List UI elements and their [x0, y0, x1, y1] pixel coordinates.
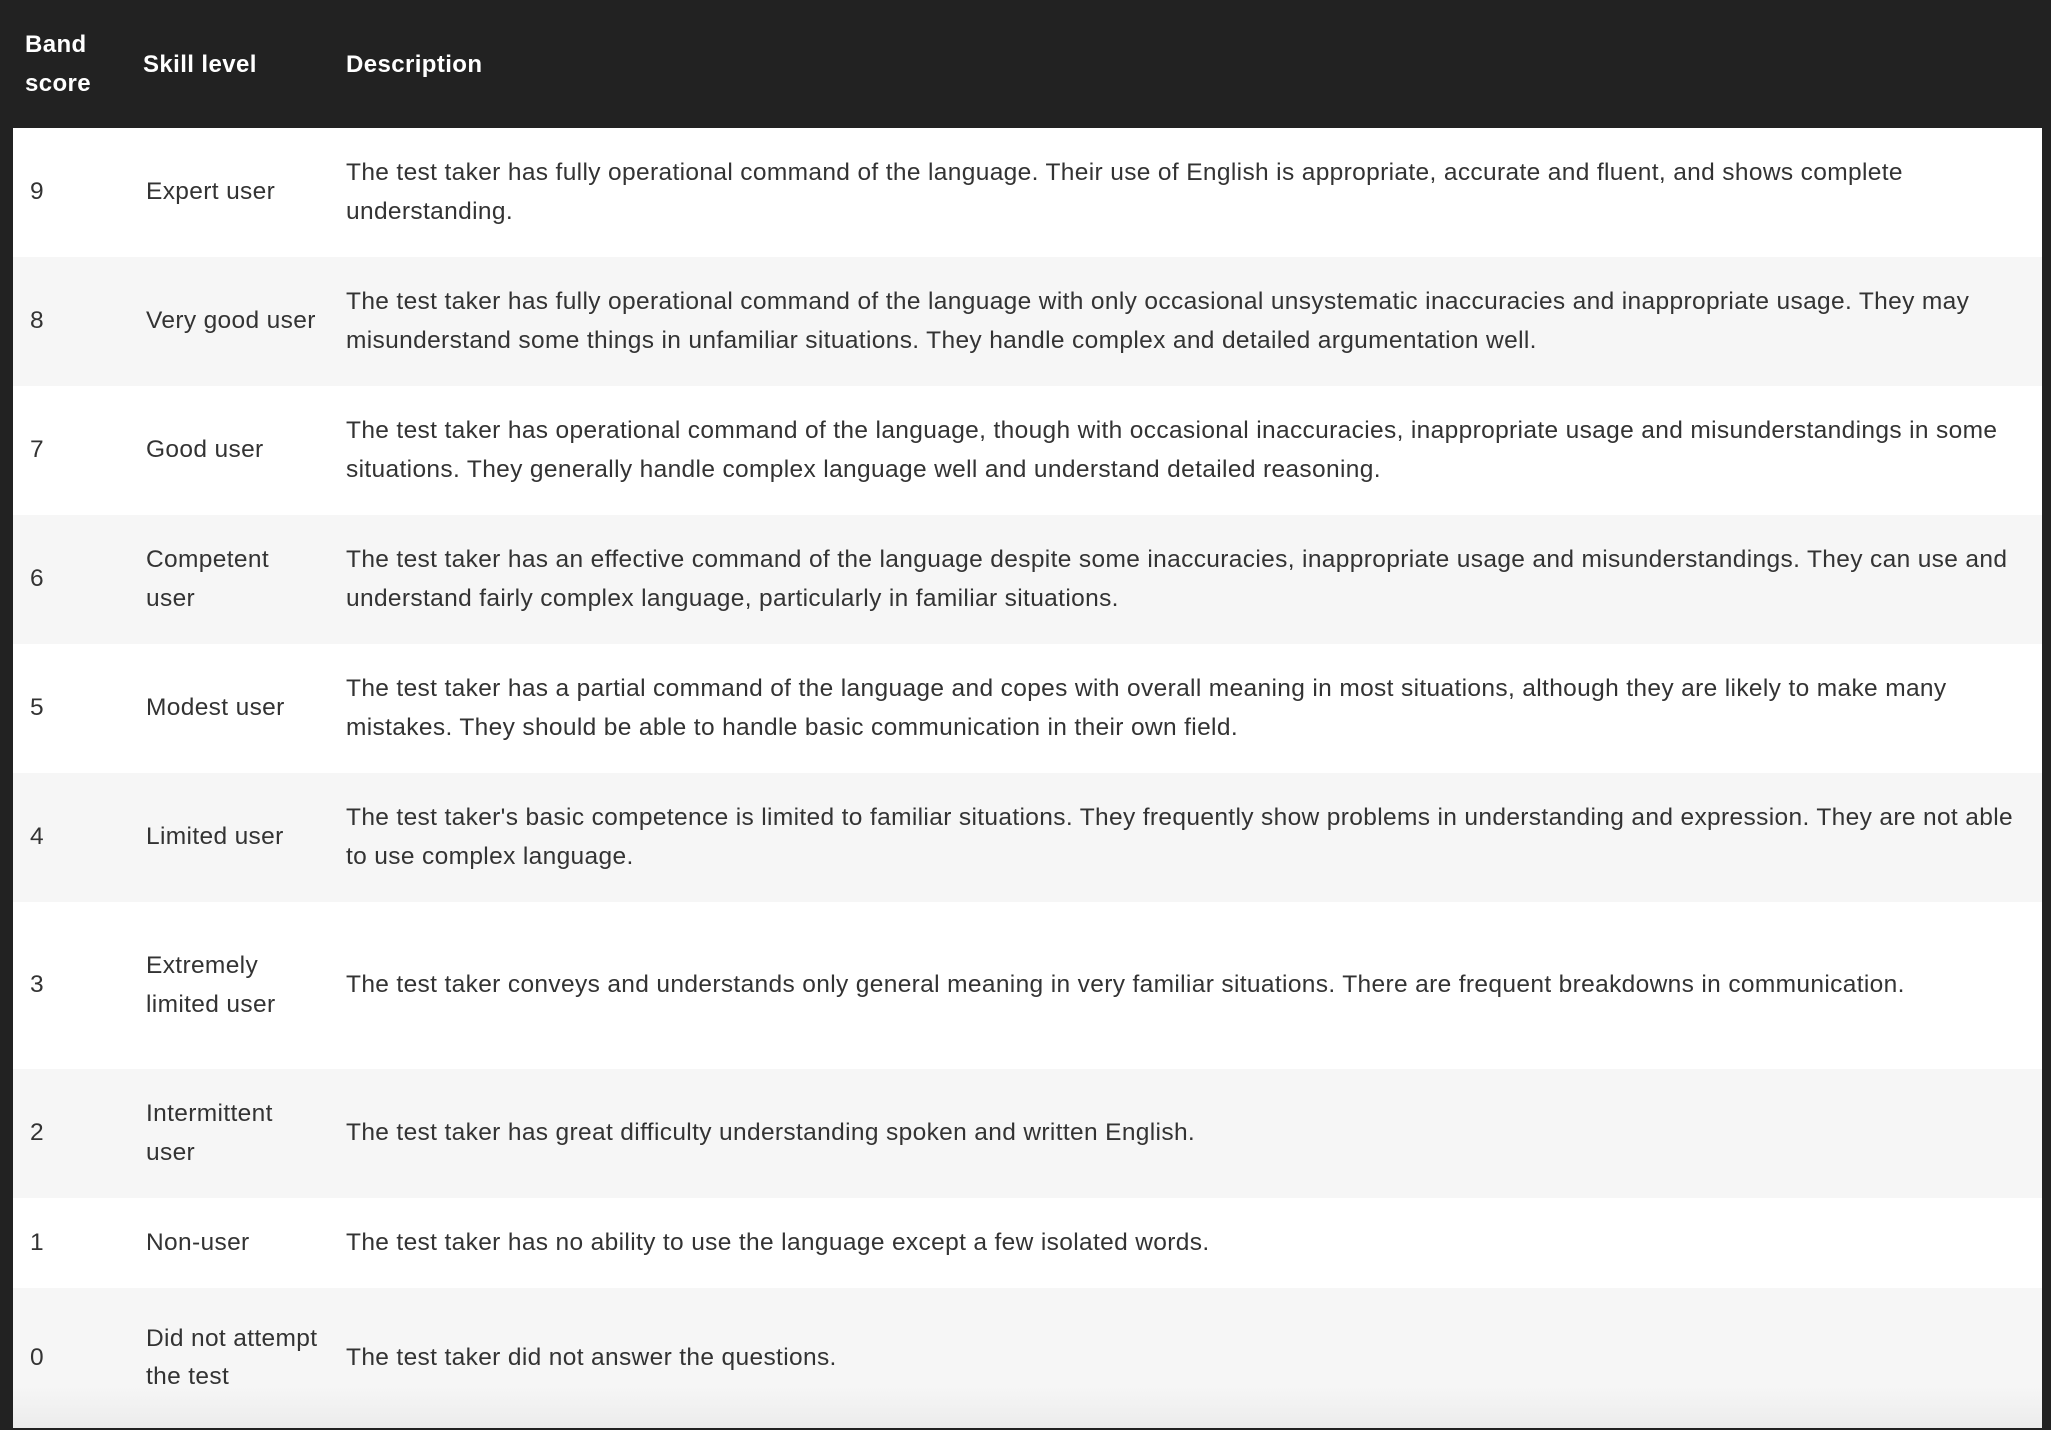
skill-cell: Non-user: [146, 1228, 250, 1256]
band-cell: 5: [30, 694, 44, 722]
skill-cell: Very good user: [146, 307, 316, 335]
band-cell: 2: [30, 1119, 44, 1147]
band-cell: 8: [30, 307, 44, 335]
header-description: Description: [330, 0, 2042, 128]
skill-cell: Extremely limited user: [146, 952, 276, 1018]
band-score-table: Band score Skill level Description 9 Exp…: [13, 0, 2042, 1428]
band-cell: 9: [30, 178, 44, 206]
description-cell: The test taker has an effective command …: [346, 546, 2008, 612]
description-cell: The test taker did not answer the questi…: [346, 1343, 837, 1371]
header-skill-level: Skill level: [138, 0, 330, 128]
table-body: 9 Expert user The test taker has fully o…: [13, 128, 2042, 1428]
band-cell: 3: [30, 971, 44, 999]
description-cell: The test taker has no ability to use the…: [346, 1228, 1210, 1256]
description-cell: The test taker has operational command o…: [346, 417, 1998, 483]
description-cell: The test taker has a partial command of …: [346, 675, 1947, 741]
table-row: 3 Extremely limited user The test taker …: [13, 902, 2042, 1069]
table-row: 1 Non-user The test taker has no ability…: [13, 1198, 2042, 1288]
table-row: 7 Good user The test taker has operation…: [13, 386, 2042, 515]
band-cell: 4: [30, 823, 44, 851]
skill-cell: Good user: [146, 436, 264, 464]
table-row: 5 Modest user The test taker has a parti…: [13, 644, 2042, 773]
table-row: 9 Expert user The test taker has fully o…: [13, 128, 2042, 257]
band-cell: 7: [30, 436, 44, 464]
table-row: 6 Competent user The test taker has an e…: [13, 515, 2042, 644]
band-score-table-container: Band score Skill level Description 9 Exp…: [13, 0, 2042, 1428]
skill-cell: Did not attempt the test: [146, 1324, 318, 1391]
table-header: Band score Skill level Description: [13, 0, 2042, 128]
table-row: 0 Did not attempt the test The test take…: [13, 1288, 2042, 1428]
band-cell: 0: [30, 1343, 44, 1371]
description-cell: The test taker conveys and understands o…: [346, 971, 1905, 999]
skill-cell: Intermittent user: [146, 1100, 273, 1166]
description-cell: The test taker's basic competence is lim…: [346, 804, 2013, 870]
skill-cell: Modest user: [146, 694, 285, 722]
table-row: 4 Limited user The test taker's basic co…: [13, 773, 2042, 902]
header-band-score: Band score: [13, 0, 138, 128]
band-cell: 1: [30, 1228, 44, 1256]
description-cell: The test taker has great difficulty unde…: [346, 1119, 1196, 1147]
header-row: Band score Skill level Description: [13, 0, 2042, 128]
table-row: 2 Intermittent user The test taker has g…: [13, 1069, 2042, 1198]
description-cell: The test taker has fully operational com…: [346, 288, 1970, 354]
description-cell: The test taker has fully operational com…: [346, 159, 1903, 225]
skill-cell: Expert user: [146, 178, 276, 206]
table-row: 8 Very good user The test taker has full…: [13, 257, 2042, 386]
skill-cell: Limited user: [146, 823, 284, 851]
skill-cell: Competent user: [146, 546, 269, 612]
band-cell: 6: [30, 565, 44, 593]
